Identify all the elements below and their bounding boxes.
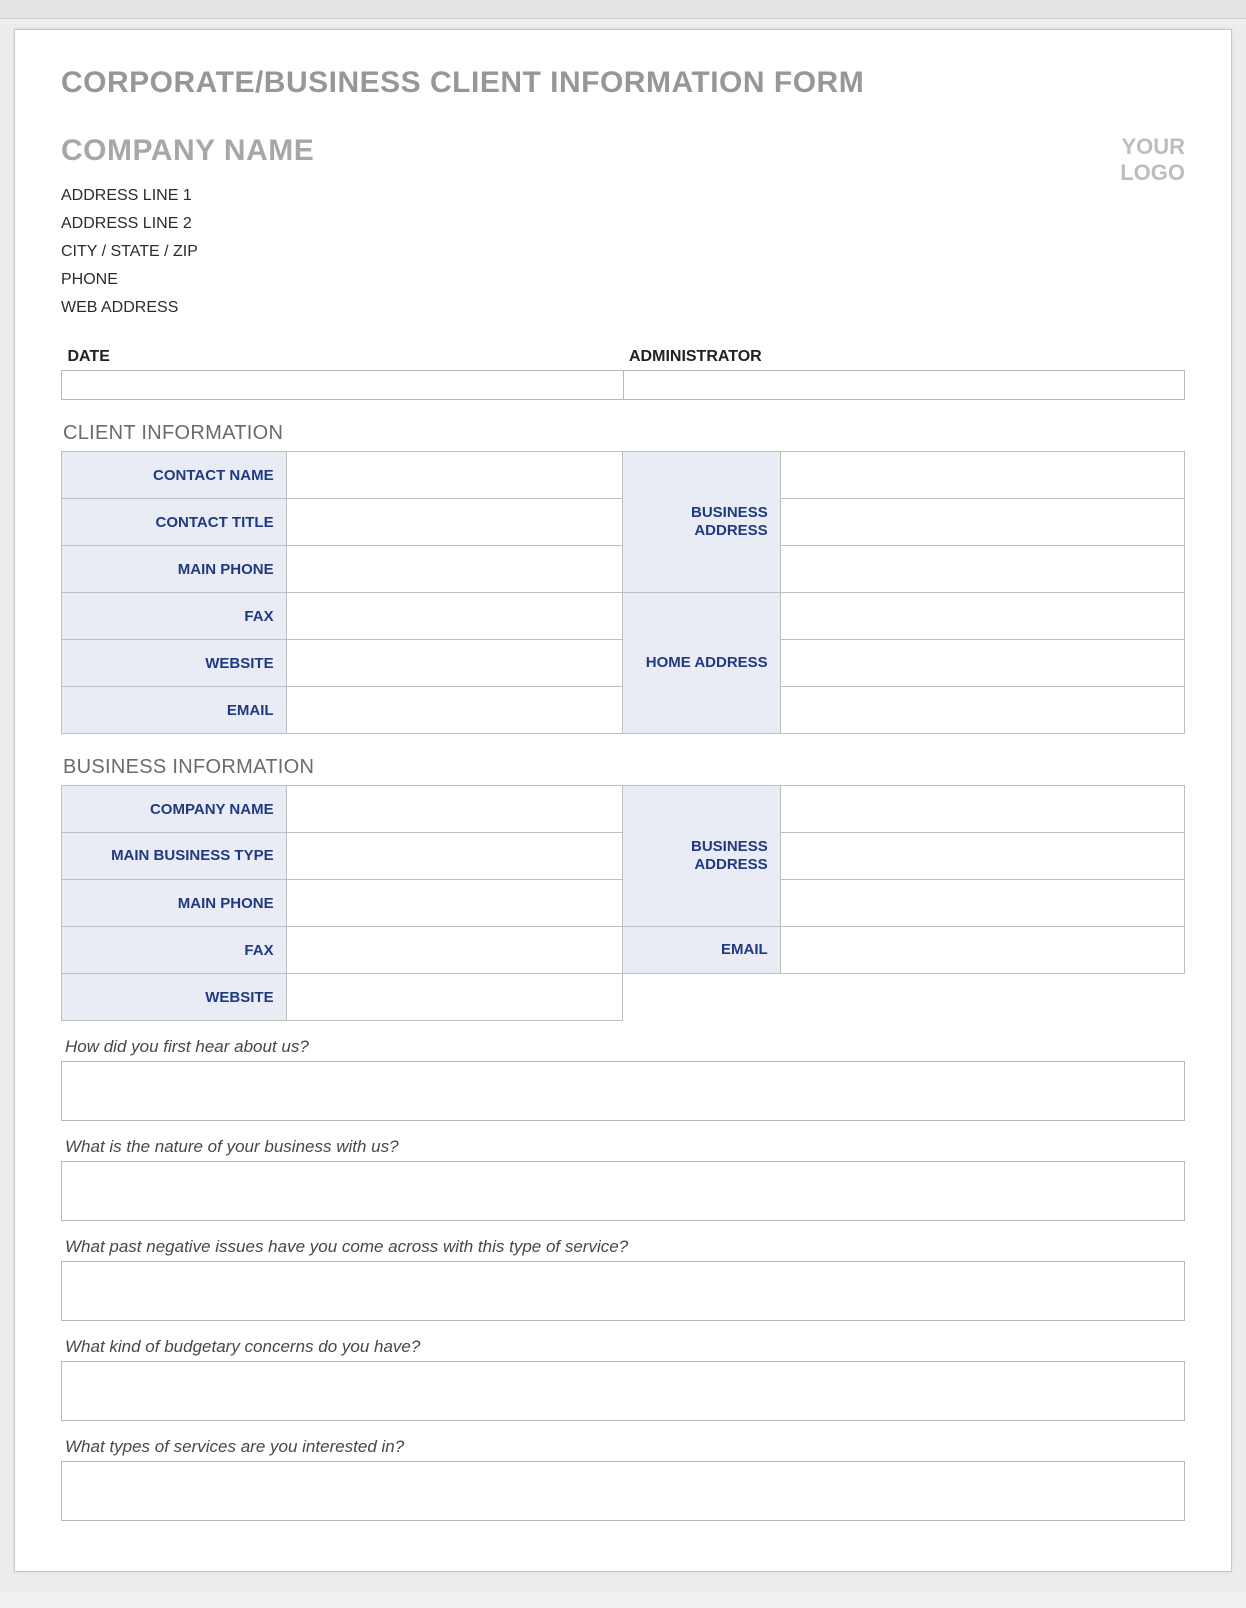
logo-placeholder: YOUR LOGO bbox=[1120, 134, 1185, 186]
address-block: ADDRESS LINE 1 ADDRESS LINE 2 CITY / STA… bbox=[61, 182, 314, 322]
label-email: EMAIL bbox=[62, 687, 287, 734]
logo-text: LOGO bbox=[1120, 160, 1185, 186]
question-5: What types of services are you intereste… bbox=[65, 1437, 1185, 1457]
label-email-2: EMAIL bbox=[623, 927, 780, 974]
business-info-table: COMPANY NAME BUSINESS ADDRESS MAIN BUSIN… bbox=[61, 785, 1185, 1021]
input-business-address-3[interactable] bbox=[780, 546, 1184, 593]
input-home-address-3[interactable] bbox=[780, 687, 1184, 734]
form-title: CORPORATE/BUSINESS CLIENT INFORMATION FO… bbox=[61, 66, 1185, 100]
address-line: ADDRESS LINE 2 bbox=[61, 210, 314, 238]
label-company-name: COMPANY NAME bbox=[62, 786, 287, 833]
document-page: CORPORATE/BUSINESS CLIENT INFORMATION FO… bbox=[14, 29, 1232, 1572]
logo-text: YOUR bbox=[1120, 134, 1185, 160]
question-3: What past negative issues have you come … bbox=[65, 1237, 1185, 1257]
input-main-phone[interactable] bbox=[286, 546, 623, 593]
input-email-2[interactable] bbox=[780, 927, 1184, 974]
input-website[interactable] bbox=[286, 640, 623, 687]
address-line: ADDRESS LINE 1 bbox=[61, 182, 314, 210]
input-home-address-1[interactable] bbox=[780, 593, 1184, 640]
label-contact-name: CONTACT NAME bbox=[62, 452, 287, 499]
address-line: WEB ADDRESS bbox=[61, 294, 314, 322]
label-home-address: HOME ADDRESS bbox=[623, 593, 780, 734]
input-biz-address-2[interactable] bbox=[780, 833, 1184, 880]
label-main-business-type: MAIN BUSINESS TYPE bbox=[62, 833, 287, 880]
answer-2[interactable] bbox=[61, 1161, 1185, 1221]
label-website-2: WEBSITE bbox=[62, 974, 287, 1021]
input-fax-2[interactable] bbox=[286, 927, 623, 974]
date-input[interactable] bbox=[62, 371, 624, 400]
question-4: What kind of budgetary concerns do you h… bbox=[65, 1337, 1185, 1357]
answer-4[interactable] bbox=[61, 1361, 1185, 1421]
input-email[interactable] bbox=[286, 687, 623, 734]
label-main-phone: MAIN PHONE bbox=[62, 546, 287, 593]
address-line: PHONE bbox=[61, 266, 314, 294]
label-fax-2: FAX bbox=[62, 927, 287, 974]
input-website-2[interactable] bbox=[286, 974, 623, 1021]
administrator-input[interactable] bbox=[623, 371, 1185, 400]
input-biz-address-3[interactable] bbox=[780, 880, 1184, 927]
company-name: COMPANY NAME bbox=[61, 134, 314, 168]
label-website: WEBSITE bbox=[62, 640, 287, 687]
section-title-business: BUSINESS INFORMATION bbox=[63, 756, 1185, 779]
label-business-address-2: BUSINESS ADDRESS bbox=[623, 786, 780, 927]
address-line: CITY / STATE / ZIP bbox=[61, 238, 314, 266]
input-fax[interactable] bbox=[286, 593, 623, 640]
date-admin-table: DATE ADMINISTRATOR bbox=[61, 344, 1185, 400]
administrator-label: ADMINISTRATOR bbox=[623, 344, 1185, 371]
document-viewport: CORPORATE/BUSINESS CLIENT INFORMATION FO… bbox=[0, 0, 1246, 1592]
input-business-address-1[interactable] bbox=[780, 452, 1184, 499]
answer-1[interactable] bbox=[61, 1061, 1185, 1121]
answer-3[interactable] bbox=[61, 1261, 1185, 1321]
date-label: DATE bbox=[62, 344, 624, 371]
input-business-address-2[interactable] bbox=[780, 499, 1184, 546]
label-main-phone-2: MAIN PHONE bbox=[62, 880, 287, 927]
app-toolbar-strip bbox=[0, 0, 1246, 19]
label-business-address: BUSINESS ADDRESS bbox=[623, 452, 780, 593]
question-2: What is the nature of your business with… bbox=[65, 1137, 1185, 1157]
client-info-table: CONTACT NAME BUSINESS ADDRESS CONTACT TI… bbox=[61, 451, 1185, 734]
input-home-address-2[interactable] bbox=[780, 640, 1184, 687]
label-contact-title: CONTACT TITLE bbox=[62, 499, 287, 546]
input-biz-address-1[interactable] bbox=[780, 786, 1184, 833]
label-fax: FAX bbox=[62, 593, 287, 640]
question-1: How did you first hear about us? bbox=[65, 1037, 1185, 1057]
input-main-business-type[interactable] bbox=[286, 833, 623, 880]
letterhead-block: COMPANY NAME ADDRESS LINE 1 ADDRESS LINE… bbox=[61, 134, 314, 322]
answer-5[interactable] bbox=[61, 1461, 1185, 1521]
section-title-client: CLIENT INFORMATION bbox=[63, 422, 1185, 445]
input-contact-title[interactable] bbox=[286, 499, 623, 546]
input-contact-name[interactable] bbox=[286, 452, 623, 499]
input-company-name[interactable] bbox=[286, 786, 623, 833]
input-main-phone-2[interactable] bbox=[286, 880, 623, 927]
